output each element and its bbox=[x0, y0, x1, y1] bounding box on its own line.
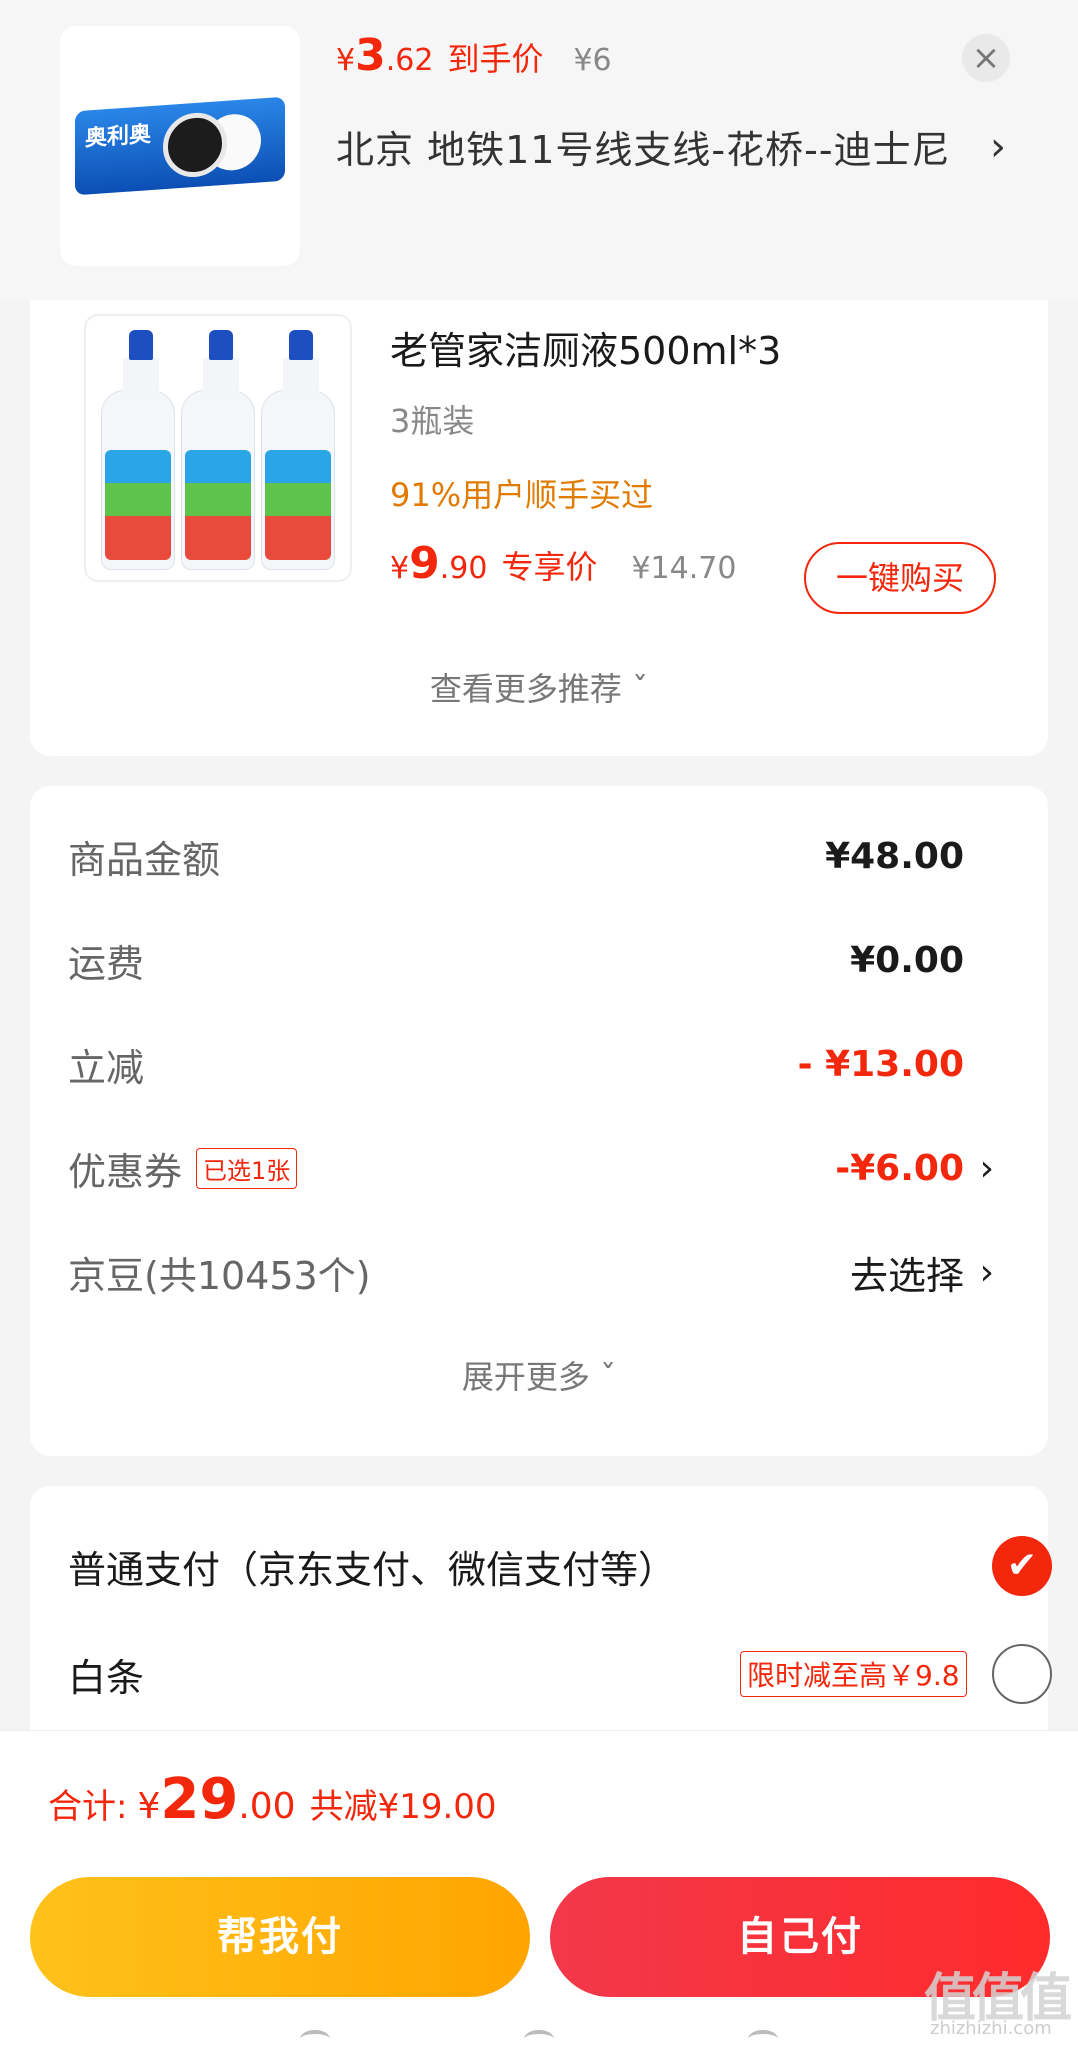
chevron-right-icon[interactable]: › bbox=[980, 1252, 994, 1293]
see-more-recommendations[interactable]: 查看更多推荐 ˇ bbox=[30, 664, 1048, 710]
payment-option-baitiao[interactable]: 白条 限时减至高￥9.8 bbox=[68, 1634, 1052, 1714]
final-price-label: 到手价 bbox=[447, 40, 544, 78]
payment-option-label: 白条 bbox=[68, 1655, 145, 1700]
radio-button[interactable] bbox=[992, 1644, 1052, 1704]
product-name[interactable]: 老管家洁厕液500ml*3 bbox=[390, 320, 781, 375]
row-label: 优惠券 bbox=[68, 1149, 183, 1194]
bought-stat: 91%用户顺手买过 bbox=[390, 476, 654, 514]
recommendation-card: 老管家洁厕液500ml*3 3瓶装 91%用户顺手买过 ¥ 9 .90 专享价 … bbox=[30, 300, 1048, 756]
chevron-right-icon[interactable]: › bbox=[990, 124, 1006, 170]
price-integer: 3 bbox=[355, 30, 386, 81]
row-value: ¥48.00 bbox=[825, 835, 964, 877]
help-me-pay-button[interactable]: 帮我付 bbox=[30, 1877, 530, 1997]
row-value: ¥0.00 bbox=[850, 939, 964, 981]
product-spec: 3瓶装 bbox=[390, 402, 475, 440]
row-label: 立减 bbox=[68, 1045, 145, 1090]
header-price: ¥ 3 .62 到手价 ¥6 bbox=[336, 30, 612, 81]
total-saved: 共减¥19.00 bbox=[309, 1787, 497, 1827]
delivery-address[interactable]: 北京 地铁11号线支线-花桥--迪士尼 bbox=[336, 122, 976, 178]
exclusive-price-label: 专享价 bbox=[501, 548, 598, 586]
row-value: - ¥13.00 bbox=[797, 1043, 964, 1085]
price-decimal: .62 bbox=[385, 43, 434, 78]
payment-option-label: 普通支付（京东支付、微信支付等） bbox=[68, 1547, 677, 1592]
summary-row-discount: 立减 - ¥13.00 bbox=[68, 1034, 1028, 1094]
total-currency: ¥ bbox=[137, 1786, 161, 1827]
total-price: 合计: ¥ 29 .00 共减¥19.00 bbox=[48, 1767, 497, 1832]
row-value: -¥6.00 bbox=[835, 1147, 964, 1189]
product-thumbnail[interactable]: 奥利奥 bbox=[60, 26, 300, 266]
chevron-right-icon[interactable]: › bbox=[980, 1148, 994, 1189]
original-price: ¥6 bbox=[573, 43, 612, 78]
home-nav-icon[interactable] bbox=[524, 2030, 554, 2048]
price-integer: 9 bbox=[409, 538, 440, 589]
coupon-selected-tag: 已选1张 bbox=[196, 1147, 298, 1189]
row-label: 商品金额 bbox=[68, 837, 221, 882]
summary-row-jingdou[interactable]: 京豆(共10453个) 去选择 › bbox=[68, 1242, 1028, 1302]
product-price: ¥ 9 .90 专享价 ¥14.70 bbox=[390, 538, 736, 589]
summary-row-coupon[interactable]: 优惠券 已选1张 -¥6.00 › bbox=[68, 1138, 1028, 1198]
expand-more-link[interactable]: 展开更多 ˇ bbox=[30, 1352, 1048, 1398]
checkmark-icon[interactable]: ✔ bbox=[992, 1536, 1052, 1596]
back-nav-icon[interactable] bbox=[300, 2030, 330, 2048]
row-label: 京豆(共10453个) bbox=[68, 1253, 371, 1298]
package-brand-text: 奥利奥 bbox=[85, 122, 152, 152]
original-price: ¥14.70 bbox=[631, 551, 737, 586]
watermark-url: zhizhizhi.com bbox=[930, 2018, 1052, 2039]
summary-row-shipping: 运费 ¥0.00 bbox=[68, 930, 1028, 990]
oreo-package-image: 奥利奥 bbox=[75, 96, 285, 196]
payment-method-card: 普通支付（京东支付、微信支付等） ✔ 白条 限时减至高￥9.8 bbox=[30, 1486, 1052, 1746]
one-click-buy-button[interactable]: 一键购买 bbox=[804, 542, 996, 614]
price-currency: ¥ bbox=[336, 43, 356, 78]
payment-option-normal[interactable]: 普通支付（京东支付、微信支付等） ✔ bbox=[68, 1526, 1052, 1606]
promo-badge: 限时减至高￥9.8 bbox=[740, 1651, 967, 1697]
total-integer: 29 bbox=[160, 1767, 239, 1832]
price-currency: ¥ bbox=[390, 551, 410, 586]
order-summary-card: 商品金额 ¥48.00 运费 ¥0.00 立减 - ¥13.00 优惠券 已选1… bbox=[30, 786, 1048, 1456]
row-value[interactable]: 去选择 bbox=[850, 1245, 964, 1300]
total-decimal: .00 bbox=[238, 1786, 296, 1827]
close-icon[interactable]: × bbox=[962, 34, 1010, 82]
total-label: 合计: bbox=[48, 1787, 128, 1827]
product-image[interactable] bbox=[84, 314, 352, 582]
price-decimal: .90 bbox=[439, 551, 488, 586]
checkout-bar: 合计: ¥ 29 .00 共减¥19.00 帮我付 自己付 bbox=[0, 1730, 1078, 2048]
summary-row-goods-amount: 商品金额 ¥48.00 bbox=[68, 826, 1028, 886]
row-label: 运费 bbox=[68, 941, 145, 986]
recent-apps-nav-icon[interactable] bbox=[748, 2030, 778, 2048]
product-header: 奥利奥 ¥ 3 .62 到手价 ¥6 × 北京 地铁11号线支线-花桥--迪士尼… bbox=[0, 0, 1078, 300]
